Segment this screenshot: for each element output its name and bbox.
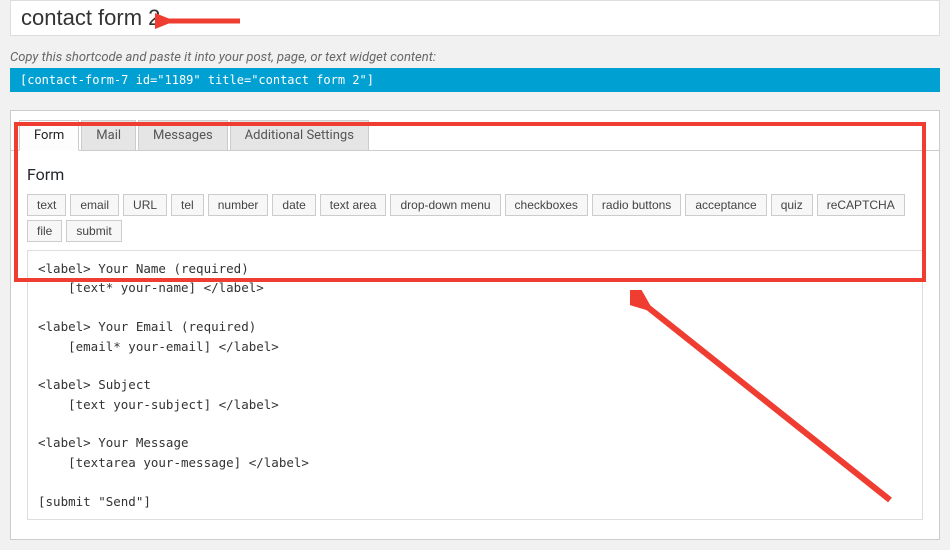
tag-button-submit[interactable]: submit <box>66 220 121 242</box>
tag-button-drop-down-menu[interactable]: drop-down menu <box>390 194 500 216</box>
tag-button-quiz[interactable]: quiz <box>771 194 813 216</box>
tab-messages[interactable]: Messages <box>138 120 228 151</box>
tag-button-file[interactable]: file <box>27 220 62 242</box>
tag-button-email[interactable]: email <box>70 194 119 216</box>
shortcode-hint: Copy this shortcode and paste it into yo… <box>10 50 940 65</box>
tag-button-acceptance[interactable]: acceptance <box>685 194 766 216</box>
form-title-input[interactable] <box>10 0 940 36</box>
tabs-row: FormMailMessagesAdditional Settings <box>11 111 939 151</box>
tag-button-url[interactable]: URL <box>123 194 167 216</box>
tab-mail[interactable]: Mail <box>81 120 136 151</box>
tag-buttons-row: textemailURLtelnumberdatetext areadrop-d… <box>27 194 923 242</box>
tag-button-text[interactable]: text <box>27 194 66 216</box>
tab-form[interactable]: Form <box>19 120 79 151</box>
tag-button-date[interactable]: date <box>272 194 315 216</box>
section-heading: Form <box>27 165 923 184</box>
tag-button-tel[interactable]: tel <box>171 194 204 216</box>
tag-button-text-area[interactable]: text area <box>320 194 387 216</box>
tag-button-checkboxes[interactable]: checkboxes <box>505 194 588 216</box>
tag-button-number[interactable]: number <box>208 194 269 216</box>
tag-button-radio-buttons[interactable]: radio buttons <box>592 194 681 216</box>
tab-additional-settings[interactable]: Additional Settings <box>230 120 369 151</box>
annotation-arrow-panel <box>630 290 910 520</box>
shortcode-bar[interactable]: [contact-form-7 id="1189" title="contact… <box>10 68 940 92</box>
tag-button-recaptcha[interactable]: reCAPTCHA <box>817 194 905 216</box>
annotation-arrow-title <box>155 6 245 36</box>
